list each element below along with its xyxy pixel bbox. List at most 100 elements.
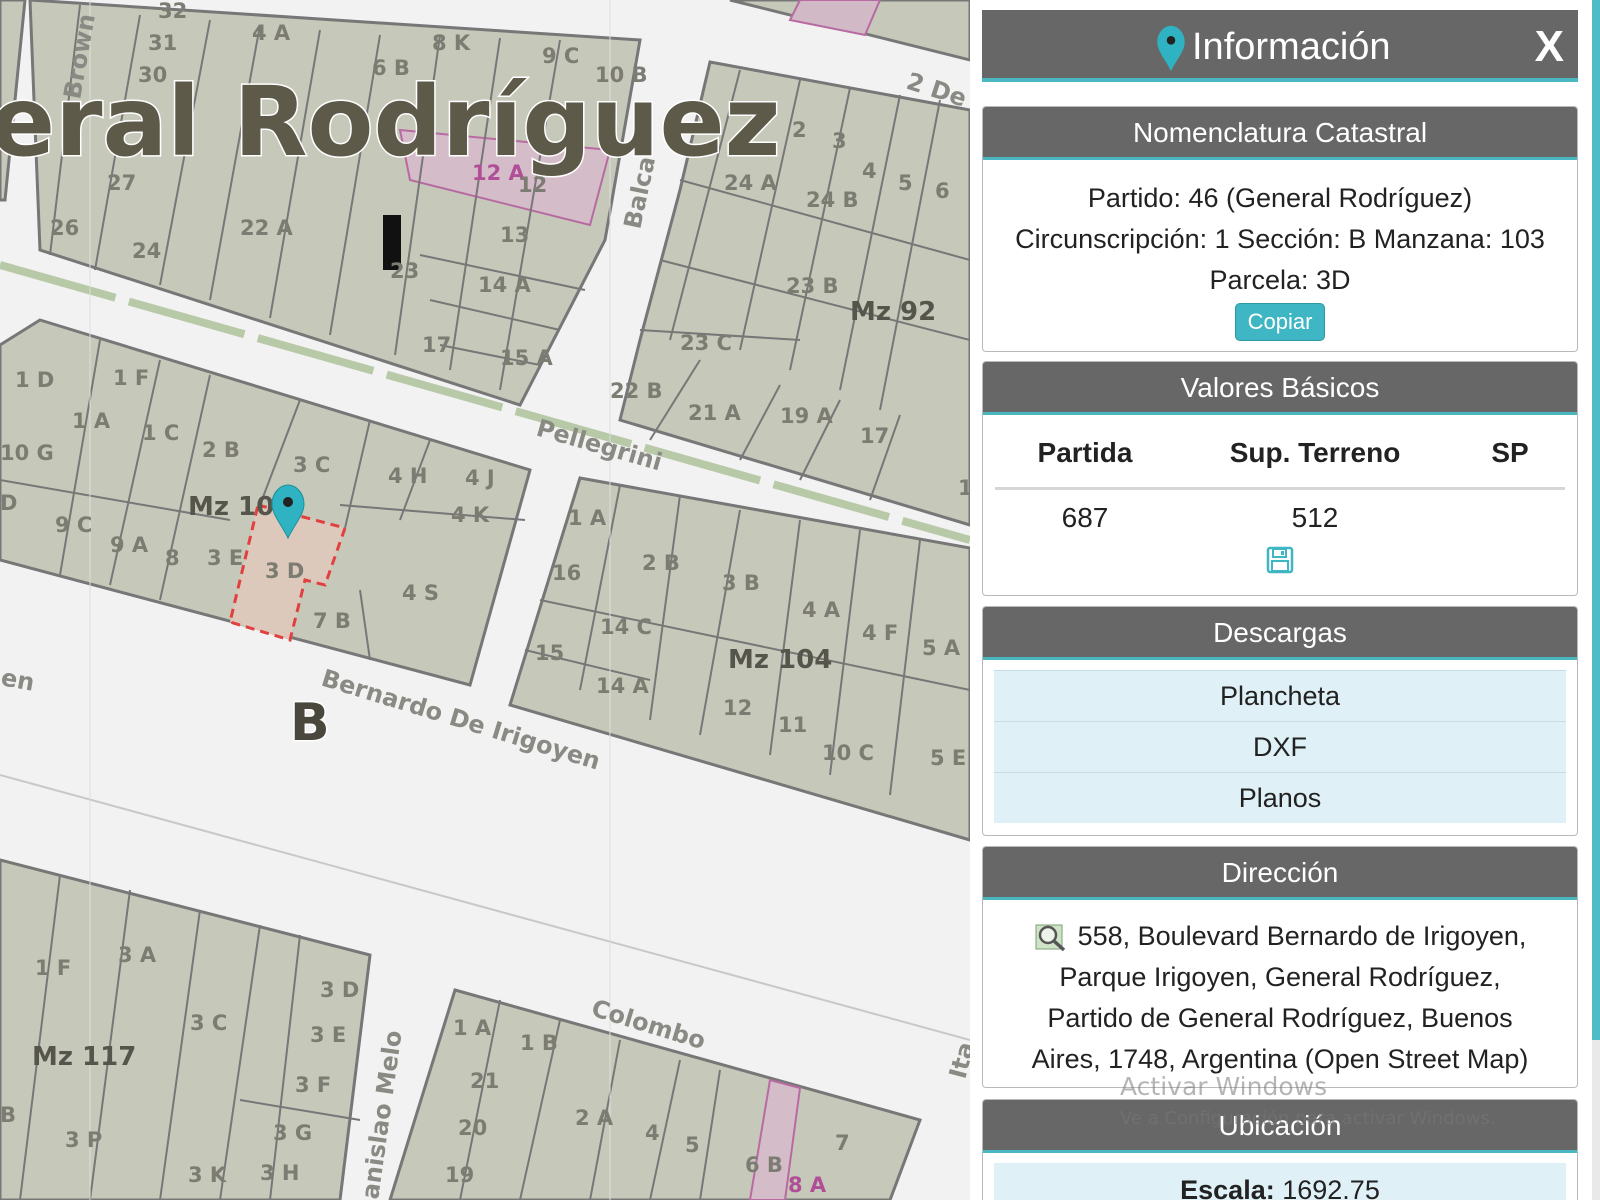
valores-table: Partida Sup. Terreno SP 687 512 <box>995 415 1565 540</box>
parcel-label: 14 C <box>600 615 652 639</box>
parcel-label-3d: 3 D <box>265 559 304 583</box>
nomenclatura-title: Nomenclatura Catastral <box>983 107 1577 160</box>
parcel-label: 3 P <box>65 1128 102 1152</box>
col-sp: SP <box>1455 415 1565 490</box>
col-sup-terreno: Sup. Terreno <box>1175 415 1455 490</box>
descargas-title: Descargas <box>983 607 1577 660</box>
copy-button[interactable]: Copiar <box>1234 303 1326 341</box>
parcel-label: 3 F <box>295 1073 331 1097</box>
parcel-label: 5 E <box>930 746 966 770</box>
cadastral-map[interactable]: eral Rodríguez B Brown Pellegrini Balca … <box>0 0 970 1200</box>
partido-text: Partido: 46 (General Rodríguez) <box>1087 183 1473 213</box>
map-canvas[interactable]: eral Rodríguez B Brown Pellegrini Balca … <box>0 0 970 1200</box>
save-icon[interactable] <box>1266 546 1294 574</box>
parcel-label: 22 A <box>240 216 294 240</box>
parcel-label: 31 <box>148 31 177 55</box>
parcel-label: 21 <box>470 1069 499 1093</box>
parcel-label: 24 B <box>806 188 859 212</box>
parcel-label: 6 B <box>372 56 410 80</box>
cell-sup-terreno: 512 <box>1291 502 1339 533</box>
parcel-label: 17 <box>860 424 889 448</box>
parcel-label: 32 <box>158 0 187 23</box>
parcel-label: 21 A <box>688 401 742 425</box>
download-planos-link[interactable]: Planos <box>994 772 1566 823</box>
valores-section: Valores Básicos Partida Sup. Terreno SP … <box>982 361 1578 596</box>
parcel-label: 3 <box>832 129 847 153</box>
col-partida: Partida <box>995 415 1175 490</box>
escala-row: Escala: 1692.75 <box>994 1163 1566 1200</box>
parcel-label: 19 A <box>780 404 834 428</box>
parcel-label: 5 <box>685 1133 700 1157</box>
close-button[interactable]: X <box>1535 22 1564 72</box>
parcel-label: 19 <box>445 1163 474 1187</box>
parcel-label: 1 C <box>142 421 179 445</box>
valores-title: Valores Básicos <box>983 362 1577 415</box>
parcel-label: 1 F <box>113 366 149 390</box>
nomenclatura-section: Nomenclatura Catastral Partido: 46 (Gene… <box>982 106 1578 352</box>
escala-label: Escala: <box>1180 1175 1275 1200</box>
parcel-label: 14 A <box>478 273 532 297</box>
town-name-label: eral Rodríguez <box>0 66 780 178</box>
sector-b-label: B <box>290 693 330 753</box>
panel-header: Información X <box>982 10 1578 82</box>
block-mz92: Mz 92 <box>850 297 936 327</box>
location-pin-icon <box>1157 25 1185 72</box>
parcel-label: 8 K <box>432 31 471 55</box>
parcel-label: 12 <box>518 173 547 197</box>
panel-title: Información <box>1192 26 1391 68</box>
parcel-label: B <box>0 1103 16 1127</box>
parcel-label: 5 <box>898 171 913 195</box>
parcel-label: 1 A <box>568 506 607 530</box>
parcel-label: 20 <box>458 1116 487 1140</box>
cell-sp <box>1455 489 1565 541</box>
block-mz117: Mz 117 <box>32 1042 136 1072</box>
parcel-label: 4 K <box>451 503 490 527</box>
download-dxf-link[interactable]: DXF <box>994 721 1566 772</box>
block-mz10: Mz 10 <box>188 492 274 522</box>
panel-scrollbar-thumb[interactable] <box>1592 0 1600 1040</box>
parcel-label: 7 <box>835 1131 850 1155</box>
parcel-label: 5 A <box>922 636 961 660</box>
direccion-section: Dirección 558, Boulevard Bernardo de Iri… <box>982 846 1578 1088</box>
block-mz104: Mz 104 <box>728 645 832 675</box>
parcel-label: 22 B <box>610 379 663 403</box>
address-line: Parque Irigoyen, General Rodríguez, <box>1059 962 1501 992</box>
parcel-label: 4 <box>645 1121 660 1145</box>
parcel-label: 1 A <box>453 1016 492 1040</box>
parcel-label: 24 A <box>724 171 778 195</box>
parcel-label: 26 <box>50 216 79 240</box>
parcel-label: 24 <box>132 239 161 263</box>
circunscripcion-text: Circunscripción: 1 Sección: B Manzana: 1… <box>1015 224 1545 254</box>
parcel-label: 11 <box>778 713 807 737</box>
parcel-label: 2 B <box>642 551 680 575</box>
parcel-label: 9 A <box>110 533 149 557</box>
address-line: Partido de General Rodríguez, Buenos <box>1047 1003 1513 1033</box>
descargas-section: Descargas Plancheta DXF Planos <box>982 606 1578 836</box>
parcel-label: 2 A <box>575 1106 614 1130</box>
cell-partida: 687 <box>1061 502 1109 533</box>
info-panel: Información X Nomenclatura Catastral Par… <box>970 0 1592 1200</box>
parcel-label: 12 <box>723 696 752 720</box>
map-search-icon[interactable] <box>1034 919 1068 953</box>
windows-watermark-subtitle: Ve a Configuración para activar Windows. <box>1120 1108 1496 1129</box>
parcel-label: 7 B <box>313 609 351 633</box>
parcel-label: 6 B <box>745 1153 783 1177</box>
parcel-label: 27 <box>107 171 136 195</box>
parcel-label: 1 <box>958 476 970 500</box>
parcel-label: 15 A <box>500 346 554 370</box>
parcel-label: 3 E <box>310 1023 346 1047</box>
parcel-label: 1 D <box>15 368 54 392</box>
parcel-label: 3 D <box>320 978 359 1002</box>
parcel-label: 3 K <box>188 1163 227 1187</box>
parcel-label: 3 B <box>722 571 760 595</box>
escala-value: 1692.75 <box>1282 1175 1380 1200</box>
parcela-text: Parcela: 3D <box>1209 265 1351 295</box>
parcel-label: 4 A <box>252 21 291 45</box>
parcel-label: 3 C <box>190 1011 227 1035</box>
parcel-label: 1 A <box>72 409 111 433</box>
parcel-label: 17 <box>422 333 451 357</box>
windows-watermark-title: Activar Windows <box>1120 1072 1328 1101</box>
parcel-label: 14 A <box>596 674 650 698</box>
parcel-label: 1 F <box>35 956 71 980</box>
download-plancheta-link[interactable]: Plancheta <box>994 670 1566 721</box>
